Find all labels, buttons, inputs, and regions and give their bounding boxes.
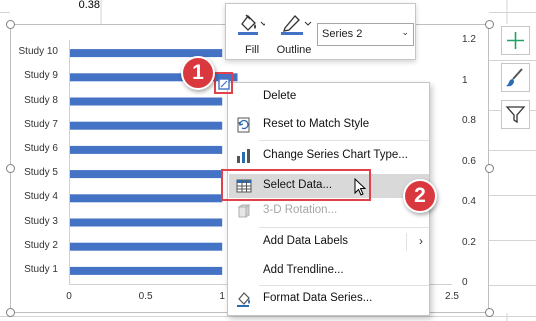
fill-label: Fill bbox=[244, 44, 260, 56]
secondary-y-tick-label: 0.6 bbox=[462, 155, 476, 167]
series-select-value: Series 2 bbox=[322, 28, 363, 40]
menu-item-3d-rotation: 3-D Rotation... bbox=[229, 199, 429, 223]
menu-item-label: Format Data Series... bbox=[263, 292, 373, 304]
bar-study-8[interactable] bbox=[70, 97, 223, 106]
menu-item-label: Reset to Match Style bbox=[263, 118, 370, 130]
menu-item-add-data-labels[interactable]: Add Data Labels › bbox=[229, 230, 429, 254]
chart-elements-button[interactable] bbox=[501, 26, 530, 55]
outline-button[interactable]: Outline bbox=[272, 8, 316, 58]
bar-study-5[interactable] bbox=[70, 170, 223, 179]
y-tick-label: Study 10 bbox=[18, 46, 58, 58]
bar-study-2[interactable] bbox=[70, 242, 223, 251]
secondary-y-tick-label: 0.8 bbox=[462, 115, 476, 126]
menu-separator bbox=[259, 285, 429, 286]
format-mini-toolbar: Fill Outline Series 2 ⌄ bbox=[225, 3, 416, 60]
filter-icon bbox=[505, 106, 526, 124]
secondary-y-tick-label: 0.4 bbox=[462, 196, 476, 207]
menu-item-label: Delete bbox=[263, 90, 297, 102]
paint-bucket-icon bbox=[237, 292, 250, 307]
series-select[interactable]: Series 2 ⌄ bbox=[317, 23, 414, 46]
submenu-divider bbox=[406, 233, 407, 251]
menu-item-add-trendline[interactable]: Add Trendline... bbox=[229, 259, 429, 283]
x-tick-label: 2.5 bbox=[445, 291, 459, 302]
y-tick-label: Study 6 bbox=[24, 142, 58, 154]
chevron-right-icon[interactable]: › bbox=[419, 234, 423, 248]
fill-button[interactable]: Fill bbox=[232, 8, 272, 58]
bar-study-7[interactable] bbox=[70, 121, 223, 130]
x-tick-label: 0 bbox=[66, 291, 72, 302]
brush-icon bbox=[506, 68, 523, 87]
x-tick-label: 0.5 bbox=[138, 291, 153, 302]
y-tick-label: Study 7 bbox=[24, 118, 58, 130]
step-2-number: 2 bbox=[414, 184, 426, 207]
y-tick-label: Study 1 bbox=[24, 263, 58, 275]
y-tick-label: Study 5 bbox=[24, 167, 58, 179]
y-tick-label: Study 3 bbox=[24, 215, 58, 227]
chart-filters-button[interactable] bbox=[501, 100, 530, 129]
y-tick-label: Study 8 bbox=[24, 94, 58, 106]
chevron-down-icon: ⌄ bbox=[401, 27, 409, 37]
bar-study-3[interactable] bbox=[70, 218, 223, 227]
y-tick-label: Study 9 bbox=[24, 70, 58, 82]
menu-item-format-data-series[interactable]: Format Data Series... bbox=[229, 287, 429, 311]
menu-item-reset-style[interactable]: Reset to Match Style bbox=[229, 113, 429, 137]
secondary-y-tick-label: 1.2 bbox=[462, 34, 476, 45]
chart-icon bbox=[237, 149, 250, 163]
step-2-badge: 2 bbox=[403, 179, 437, 213]
menu-item-label: Change Series Chart Type... bbox=[263, 149, 408, 161]
y-tick-label: Study 4 bbox=[24, 191, 58, 203]
menu-item-change-chart-type[interactable]: Change Series Chart Type... bbox=[229, 144, 429, 168]
step-1-number: 1 bbox=[192, 61, 204, 84]
chart-styles-button[interactable] bbox=[501, 63, 530, 92]
menu-separator bbox=[259, 227, 429, 228]
step-1-badge: 1 bbox=[181, 56, 215, 90]
secondary-y-tick-label: 0 bbox=[462, 277, 468, 288]
menu-separator bbox=[259, 140, 429, 141]
menu-item-label: 3-D Rotation... bbox=[263, 204, 338, 216]
reset-icon bbox=[237, 117, 250, 133]
bar-study-4[interactable] bbox=[70, 194, 223, 203]
marker-icon bbox=[218, 78, 230, 90]
bar-study-6[interactable] bbox=[70, 145, 223, 154]
secondary-y-tick-label: 0.2 bbox=[462, 236, 476, 248]
paint-bucket-icon bbox=[238, 14, 265, 35]
plus-icon bbox=[507, 32, 524, 49]
menu-item-label: Add Trendline... bbox=[263, 264, 344, 276]
pen-icon bbox=[281, 15, 312, 35]
menu-item-delete[interactable]: Delete bbox=[229, 85, 429, 109]
outline-label: Outline bbox=[276, 44, 312, 56]
menu-item-label: Add Data Labels bbox=[263, 235, 349, 247]
bar-study-1[interactable] bbox=[70, 266, 223, 275]
secondary-y-tick-label: 1 bbox=[462, 74, 468, 86]
highlight-box-select-data bbox=[221, 169, 371, 201]
y-tick-label: Study 2 bbox=[24, 239, 58, 251]
cube-icon bbox=[237, 204, 251, 218]
